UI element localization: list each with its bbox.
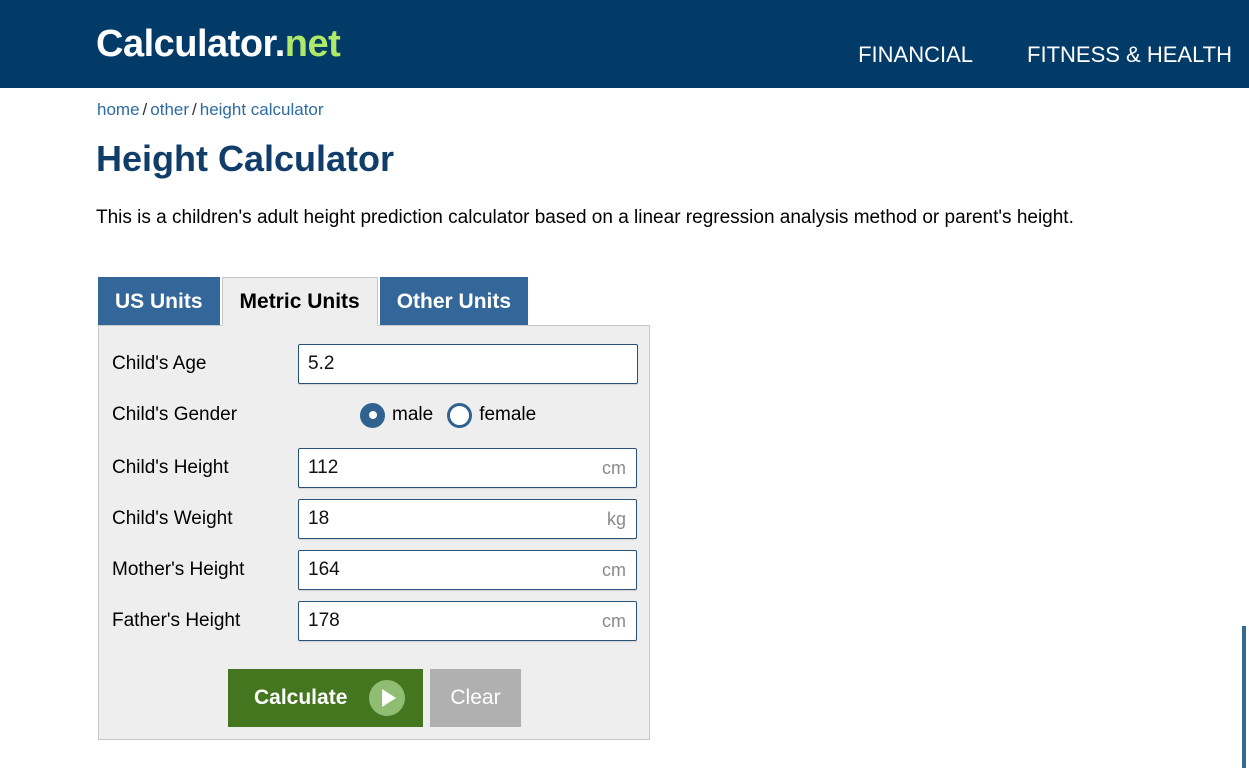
input-childs-age-value: 5.2 [308, 353, 335, 374]
calculate-button[interactable]: Calculate [228, 669, 424, 727]
input-childs-age[interactable]: 5.2 [298, 344, 638, 384]
tab-metric-units[interactable]: Metric Units [221, 277, 378, 326]
form-actions: Calculate Clear [228, 669, 521, 727]
form-row-childs-height: Child's Height 112 cm [99, 446, 649, 490]
radio-gender-male[interactable] [360, 402, 385, 428]
breadcrumb: home / other / height calculator [97, 99, 324, 121]
label-childs-height: Child's Height [112, 457, 229, 478]
radio-label-male[interactable]: male [392, 393, 433, 437]
unit-fathers-height: cm [602, 611, 626, 631]
form-row-childs-gender: Child's Gender male female [99, 393, 649, 437]
play-icon [369, 680, 406, 716]
label-childs-weight: Child's Weight [112, 508, 233, 529]
radio-group-gender: male female [360, 393, 550, 437]
radio-label-female[interactable]: female [479, 393, 536, 437]
form-row-childs-weight: Child's Weight 18 kg [99, 497, 649, 541]
main-navigation: FINANCIAL FITNESS & HEALTH [858, 40, 1232, 70]
input-childs-height[interactable]: 112 cm [298, 448, 637, 488]
input-mothers-height-value: 164 [308, 559, 340, 580]
form-row-mothers-height: Mother's Height 164 cm [99, 548, 649, 592]
input-fathers-height[interactable]: 178 cm [298, 601, 637, 641]
unit-mothers-height: cm [602, 560, 626, 580]
input-childs-weight-value: 18 [308, 508, 330, 529]
unit-tabs: US Units Metric Units Other Units [98, 277, 530, 326]
radio-gender-female[interactable] [447, 402, 473, 428]
label-childs-gender: Child's Gender [112, 404, 238, 425]
input-childs-weight[interactable]: 18 kg [298, 499, 637, 539]
label-childs-age: Child's Age [112, 353, 207, 374]
form-row-childs-age: Child's Age 5.2 [99, 342, 649, 386]
form-row-fathers-height: Father's Height 178 cm [99, 599, 649, 643]
unit-childs-weight: kg [606, 509, 626, 529]
play-triangle [382, 689, 397, 707]
logo-text-main: Calculator [96, 23, 275, 65]
input-childs-height-value: 112 [308, 457, 339, 478]
nav-item-financial[interactable]: FINANCIAL [858, 40, 973, 70]
site-header: Calculator.net FINANCIAL FITNESS & HEALT… [0, 0, 1249, 88]
page-scrollbar-thumb[interactable] [1242, 626, 1246, 768]
breadcrumb-item-home[interactable]: home [97, 100, 140, 119]
breadcrumb-separator: / [142, 100, 148, 119]
page-description: This is a children's adult height predic… [96, 207, 1074, 228]
site-logo[interactable]: Calculator.net [96, 22, 341, 66]
label-fathers-height: Father's Height [112, 610, 241, 631]
logo-text-net: net [284, 23, 341, 65]
clear-button[interactable]: Clear [430, 669, 521, 727]
breadcrumb-item-other[interactable]: other [150, 100, 189, 119]
label-mothers-height: Mother's Height [112, 559, 245, 580]
logo-text-dot: . [274, 23, 286, 65]
calculate-button-label: Calculate [254, 686, 348, 709]
clear-button-label: Clear [450, 686, 501, 709]
input-mothers-height[interactable]: 164 cm [298, 550, 637, 590]
input-fathers-height-value: 178 [308, 610, 340, 631]
unit-childs-height: cm [602, 458, 626, 478]
page-title: Height Calculator [96, 138, 395, 179]
nav-item-fitness-health[interactable]: FITNESS & HEALTH [1027, 40, 1232, 70]
breadcrumb-separator: / [192, 100, 197, 119]
calculator-form-panel: Child's Age 5.2 Child's Gender male fema… [98, 325, 650, 740]
tab-other-units[interactable]: Other Units [379, 277, 529, 326]
breadcrumb-item-height-calculator[interactable]: height calculator [200, 100, 324, 119]
tab-us-units[interactable]: US Units [98, 277, 220, 326]
